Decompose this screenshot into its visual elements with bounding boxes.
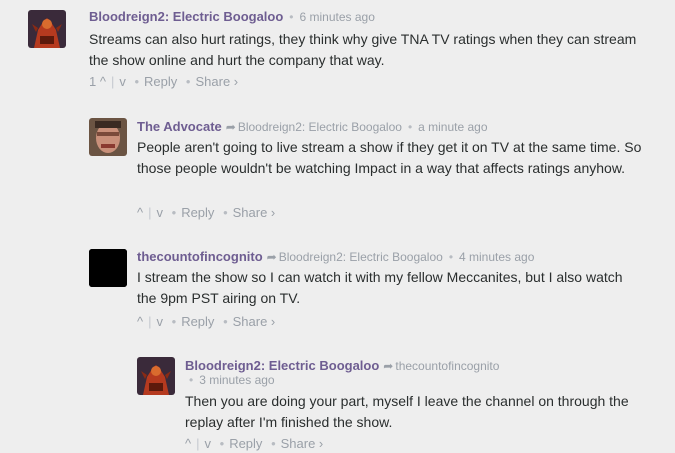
reply-button[interactable]: Reply [181,314,214,330]
comment-body: People aren't going to live stream a sho… [137,139,642,176]
comment-author[interactable]: Bloodreign2: Electric Boogaloo [89,9,283,24]
comment-body: Then you are doing your part, myself I l… [185,393,629,430]
reply-button[interactable]: Reply [181,205,214,221]
upvote-icon[interactable]: ^ [137,205,143,221]
avatar[interactable] [89,249,127,287]
avatar[interactable] [28,10,66,48]
downvote-icon[interactable]: v [157,314,164,330]
reply-to-author[interactable]: Bloodreign2: Electric Boogaloo [279,250,443,264]
separator-dot: • [171,205,177,220]
vote-divider: | [110,74,115,89]
separator-dot: • [223,205,228,220]
reply-to-author[interactable]: thecountofincognito [395,359,499,373]
downvote-icon[interactable]: v [119,74,126,90]
separator-dot: • [171,314,177,329]
reply-arrow-icon: ➦ [383,359,394,373]
reply-to-author[interactable]: Bloodreign2: Electric Boogaloo [238,120,402,134]
demon-avatar-icon [137,357,175,395]
upvote-count: 1 [89,74,97,89]
comment-author[interactable]: The Advocate [137,119,222,134]
upvote-icon[interactable]: ^ [185,436,191,452]
vote-divider: | [148,314,152,329]
share-button[interactable]: Share › [233,314,276,330]
comment-author[interactable]: Bloodreign2: Electric Boogaloo [185,358,379,373]
separator-dot: • [189,373,194,387]
blank-avatar-icon [89,249,127,287]
upvote-icon[interactable]: ^ [100,74,106,90]
comment-timestamp[interactable]: 3 minutes ago [199,373,274,387]
avatar[interactable] [137,357,175,395]
comment-body: Streams can also hurt ratings, they thin… [89,31,637,68]
reply-button[interactable]: Reply [229,436,262,452]
vote-divider: | [196,436,200,451]
separator-dot: • [185,74,191,89]
person-avatar-icon [89,118,127,156]
share-button[interactable]: Share › [281,436,324,452]
reply-arrow-icon: ➦ [266,250,277,264]
separator-dot: • [271,436,276,451]
share-button[interactable]: Share › [195,74,238,90]
comment-timestamp[interactable]: a minute ago [418,120,487,134]
separator-dot: • [448,250,454,264]
demon-avatar-icon [28,10,66,48]
share-button[interactable]: Share › [233,205,276,221]
comment-author[interactable]: thecountofincognito [137,249,263,264]
separator-dot: • [289,10,294,24]
comment-body: I stream the show so I can watch it with… [137,269,623,306]
separator-dot: • [407,120,413,134]
comment-timestamp[interactable]: 6 minutes ago [300,10,375,24]
reply-button[interactable]: Reply [144,74,177,90]
downvote-icon[interactable]: v [157,205,164,221]
separator-dot: • [223,314,228,329]
avatar[interactable] [89,118,127,156]
comment-timestamp[interactable]: 4 minutes ago [459,250,534,264]
upvote-icon[interactable]: ^ [137,314,143,330]
vote-divider: | [148,205,152,220]
downvote-icon[interactable]: v [205,436,212,452]
reply-arrow-icon: ➦ [225,120,236,134]
separator-dot: • [134,74,140,89]
separator-dot: • [219,436,225,451]
